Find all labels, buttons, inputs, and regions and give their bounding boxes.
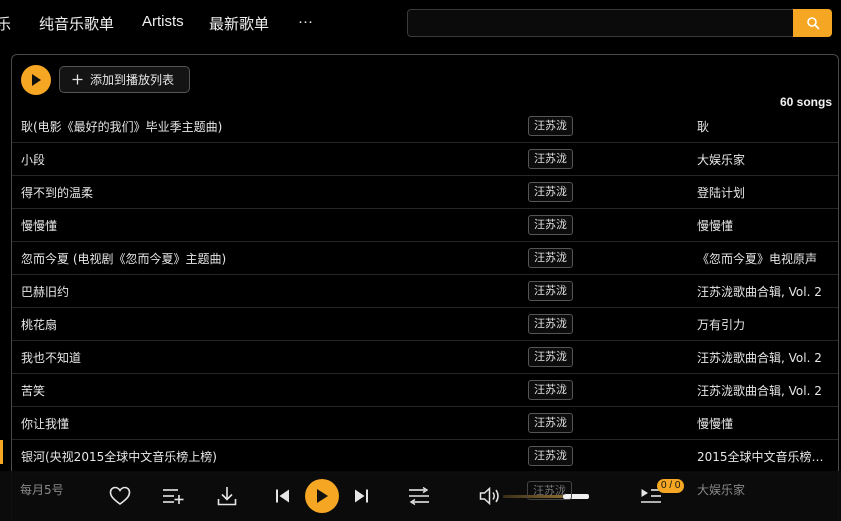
album-name: 大娱乐家 [697, 483, 746, 497]
artist-tag[interactable]: 汪苏泷 [528, 215, 573, 235]
artist-tag[interactable]: 汪苏泷 [528, 248, 573, 268]
artist-tag[interactable]: 汪苏泷 [528, 446, 573, 466]
top-nav: 乐 纯音乐歌单 Artists 最新歌单 ··· [0, 0, 841, 46]
song-title: 得不到的温柔 [21, 186, 94, 200]
search-button[interactable] [793, 9, 832, 37]
song-title: 耿(电影《最好的我们》毕业季主题曲) [21, 120, 223, 134]
download-icon [217, 487, 237, 506]
search-input[interactable] [407, 9, 793, 37]
nav-more-button[interactable]: ··· [298, 13, 313, 30]
artist-tag[interactable]: 汪苏泷 [528, 380, 573, 400]
skip-previous-icon [276, 489, 289, 503]
add-to-queue-button[interactable] [161, 486, 185, 506]
song-title: 我也不知道 [21, 351, 82, 365]
player-bar: 每月5号 汪苏泷 0 / 0 大娱乐家 [0, 471, 841, 521]
volume-icon [479, 487, 499, 505]
song-row[interactable]: 你让我懂 汪苏泷 慢慢懂 [12, 407, 838, 440]
song-title: 小段 [21, 153, 46, 167]
artist-tag[interactable]: 汪苏泷 [528, 281, 573, 301]
nav-item-music[interactable]: 乐 [0, 13, 11, 34]
song-row[interactable]: 小段 汪苏泷 大娱乐家 [12, 143, 838, 176]
queue-count-badge: 0 / 0 [657, 479, 685, 493]
album-name[interactable]: 大娱乐家 [697, 151, 745, 168]
playlist-add-icon [163, 489, 184, 504]
artist-tag: 汪苏泷 [527, 481, 572, 500]
nav-item-artists[interactable]: Artists [142, 13, 184, 30]
album-name[interactable]: 慢慢懂 [697, 415, 733, 432]
plus-icon [72, 74, 83, 85]
artist-tag[interactable]: 汪苏泷 [528, 314, 573, 334]
play-icon [317, 489, 328, 503]
song-title: 忽而今夏 (电视剧《忽而今夏》主题曲) [21, 252, 227, 266]
play-mode-button[interactable] [406, 486, 432, 506]
album-name[interactable]: 汪苏泷歌曲合辑, Vol. 2 [697, 382, 822, 399]
artist-tag[interactable]: 汪苏泷 [528, 182, 573, 202]
play-all-button[interactable] [21, 65, 51, 95]
song-title: 银河(央视2015全球中文音乐榜上榜) [21, 450, 217, 464]
add-to-playlist-button[interactable]: 添加到播放列表 [59, 66, 190, 93]
song-row[interactable]: 银河(央视2015全球中文音乐榜上榜) 汪苏泷 2015全球中文音乐榜上... [12, 440, 838, 473]
download-button[interactable] [215, 485, 239, 507]
artist-tag[interactable]: 汪苏泷 [528, 413, 573, 433]
artist-tag[interactable]: 汪苏泷 [528, 347, 573, 367]
album-name[interactable]: 耿 [697, 118, 709, 135]
song-title: 桃花扇 [21, 318, 58, 332]
add-to-playlist-label: 添加到播放列表 [90, 73, 175, 87]
album-name[interactable]: 万有引力 [697, 316, 745, 333]
next-button[interactable] [351, 487, 371, 505]
album-name[interactable]: 慢慢懂 [697, 217, 733, 234]
artist-tag[interactable]: 汪苏泷 [528, 116, 573, 136]
song-title: 苦笑 [21, 384, 46, 398]
search-icon [806, 17, 819, 30]
like-button[interactable] [108, 485, 132, 507]
album-name[interactable]: 汪苏泷歌曲合辑, Vol. 2 [697, 283, 822, 300]
song-title: 你让我懂 [21, 417, 70, 431]
song-row[interactable]: 耿(电影《最好的我们》毕业季主题曲) 汪苏泷 耿 [12, 110, 838, 143]
active-indicator [0, 440, 3, 464]
heart-icon [109, 486, 131, 505]
song-row[interactable]: 忽而今夏 (电视剧《忽而今夏》主题曲) 汪苏泷 《忽而今夏》电视原声 [12, 242, 838, 275]
repeat-icon [409, 487, 429, 505]
song-list: 耿(电影《最好的我们》毕业季主题曲) 汪苏泷耿 小段 汪苏泷 大娱乐家 得不到的温柔汪… [12, 110, 838, 473]
album-name[interactable]: 《忽而今夏》电视原声 [697, 250, 817, 267]
playlist-panel: 添加到播放列表 60 songs 耿(电影《最好的我们》毕业季主题曲) 汪苏泷耿 … [11, 54, 839, 521]
album-name[interactable]: 登陆计划 [697, 184, 745, 201]
play-icon [32, 74, 41, 86]
now-playing-title: 每月5号 [20, 483, 64, 497]
song-row[interactable]: 得不到的温柔 汪苏泷 登陆计划 [12, 176, 838, 209]
album-name[interactable]: 2015全球中文音乐榜上... [697, 448, 833, 465]
song-title: 慢慢懂 [21, 219, 58, 233]
album-name[interactable]: 汪苏泷歌曲合辑, Vol. 2 [697, 349, 822, 366]
volume-button[interactable] [478, 486, 502, 506]
nav-item-pure-music-playlists[interactable]: 纯音乐歌单 [39, 13, 114, 34]
nav-item-new-playlists[interactable]: 最新歌单 [209, 13, 269, 34]
song-title: 巴赫旧约 [21, 285, 70, 299]
previous-button[interactable] [273, 487, 293, 505]
song-row[interactable]: 桃花扇 汪苏泷 万有引力 [12, 308, 838, 341]
song-count: 60 songs [779, 95, 832, 109]
song-row[interactable]: 我也不知道 汪苏泷 汪苏泷歌曲合辑, Vol. 2 [12, 341, 838, 374]
artist-tag[interactable]: 汪苏泷 [528, 149, 573, 169]
song-row[interactable]: 苦笑 汪苏泷 汪苏泷歌曲合辑, Vol. 2 [12, 374, 838, 407]
skip-next-icon [355, 489, 368, 503]
song-row[interactable]: 慢慢懂 汪苏泷 慢慢懂 [12, 209, 838, 242]
song-row[interactable]: 巴赫旧约 汪苏泷 汪苏泷歌曲合辑, Vol. 2 [12, 275, 838, 308]
play-pause-button[interactable] [305, 479, 339, 513]
